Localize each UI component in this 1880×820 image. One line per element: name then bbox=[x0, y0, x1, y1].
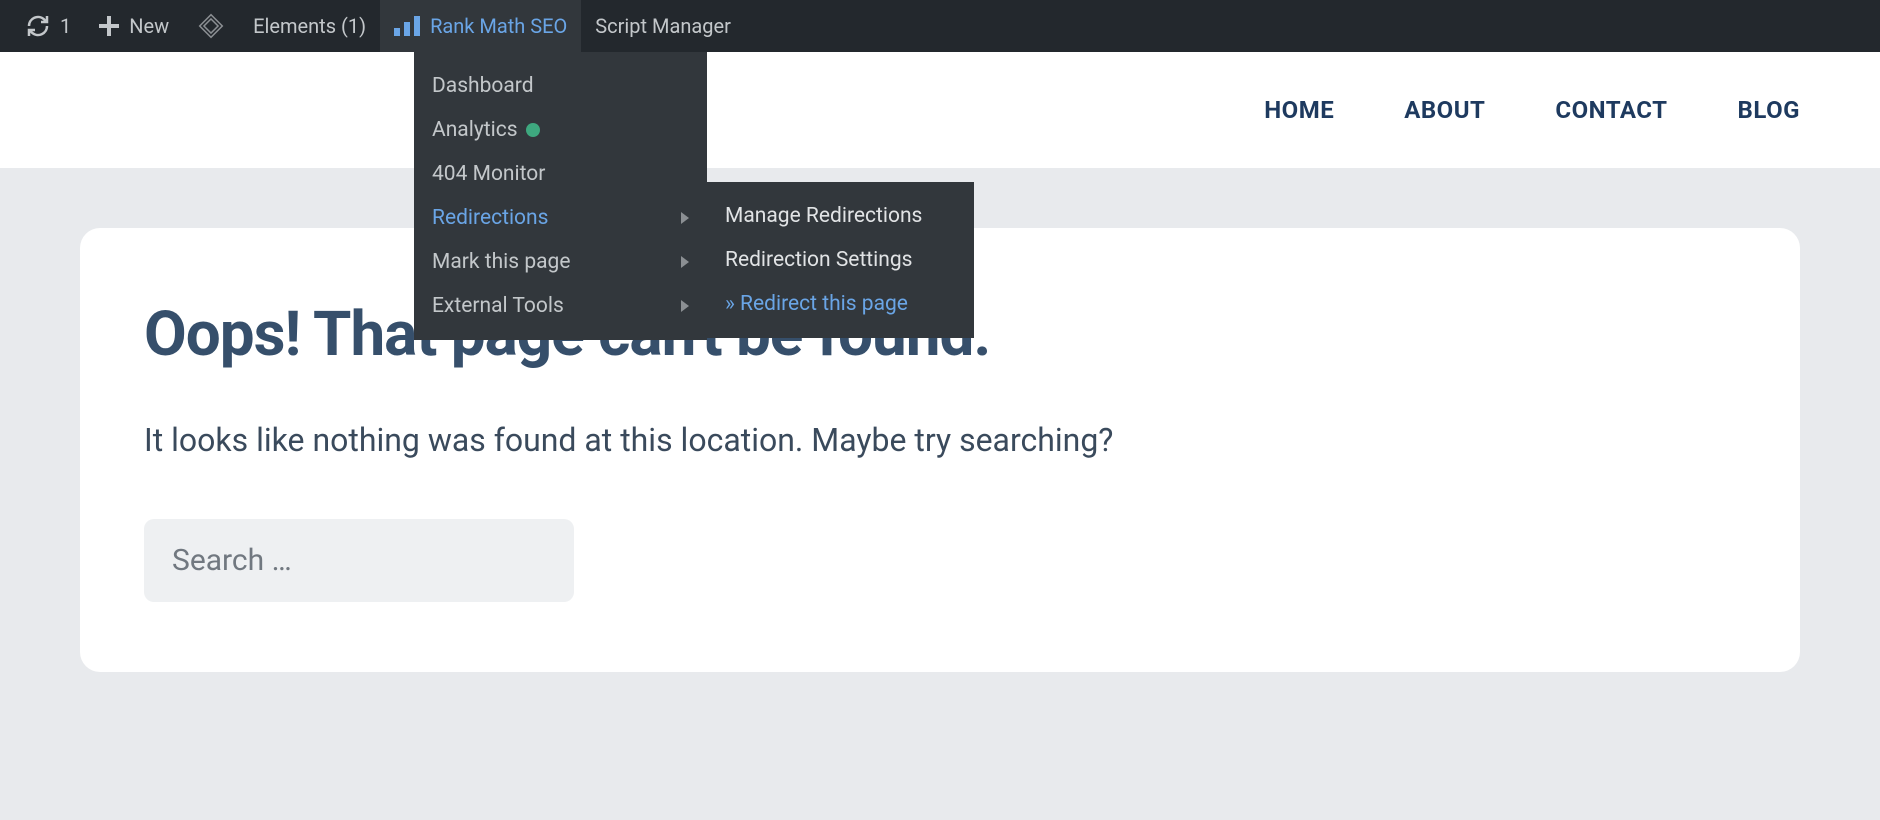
external-tools-label: External Tools bbox=[432, 294, 564, 318]
redirections-submenu: Manage Redirections Redirection Settings… bbox=[707, 182, 974, 338]
main-nav: HOME ABOUT CONTACT BLOG bbox=[1264, 96, 1800, 124]
rank-math-dropdown: Dashboard Analytics 404 Monitor Redirect… bbox=[414, 52, 707, 340]
dropdown-analytics[interactable]: Analytics bbox=[414, 108, 707, 152]
analytics-label: Analytics bbox=[432, 118, 518, 142]
dropdown-external-tools[interactable]: External Tools bbox=[414, 284, 707, 328]
dropdown-redirections[interactable]: Redirections bbox=[414, 196, 707, 240]
elements-item[interactable]: Elements (1) bbox=[239, 0, 380, 52]
script-manager-label: Script Manager bbox=[595, 14, 731, 38]
refresh-icon bbox=[26, 14, 50, 38]
rank-math-label: Rank Math SEO bbox=[430, 14, 567, 38]
refresh-item[interactable]: 1 bbox=[12, 0, 85, 52]
monitor-404-label: 404 Monitor bbox=[432, 162, 545, 186]
generatepress-item[interactable] bbox=[183, 0, 239, 52]
nav-about[interactable]: ABOUT bbox=[1404, 96, 1485, 124]
redirections-label: Redirections bbox=[432, 206, 548, 230]
redirect-this-page-label: » Redirect this page bbox=[725, 292, 908, 316]
plus-icon bbox=[99, 16, 119, 36]
status-dot-icon bbox=[526, 123, 540, 137]
submenu-manage-redirections[interactable]: Manage Redirections bbox=[707, 194, 974, 238]
chevron-right-icon bbox=[681, 300, 689, 312]
redirection-settings-label: Redirection Settings bbox=[725, 248, 913, 272]
submenu-redirection-settings[interactable]: Redirection Settings bbox=[707, 238, 974, 282]
admin-bar: 1 New Elements (1) Rank Math SEO Script … bbox=[0, 0, 1880, 52]
nav-blog[interactable]: BLOG bbox=[1738, 96, 1800, 124]
dropdown-404-monitor[interactable]: 404 Monitor bbox=[414, 152, 707, 196]
new-label: New bbox=[129, 14, 169, 38]
dashboard-label: Dashboard bbox=[432, 74, 534, 98]
nav-contact[interactable]: CONTACT bbox=[1555, 96, 1667, 124]
chevron-right-icon bbox=[681, 256, 689, 268]
search-input[interactable] bbox=[144, 519, 574, 602]
site-header: HOME ABOUT CONTACT BLOG bbox=[0, 52, 1880, 168]
diamond-icon bbox=[197, 12, 225, 40]
message-404: It looks like nothing was found at this … bbox=[144, 421, 1736, 459]
script-manager-item[interactable]: Script Manager bbox=[581, 0, 745, 52]
dropdown-dashboard[interactable]: Dashboard bbox=[414, 64, 707, 108]
rank-math-item[interactable]: Rank Math SEO bbox=[380, 0, 581, 52]
submenu-redirect-this-page[interactable]: » Redirect this page bbox=[707, 282, 974, 326]
elements-label: Elements (1) bbox=[253, 14, 366, 38]
chevron-right-icon bbox=[681, 212, 689, 224]
manage-redirections-label: Manage Redirections bbox=[725, 204, 922, 228]
bar-chart-icon bbox=[394, 16, 420, 36]
refresh-count: 1 bbox=[60, 14, 71, 38]
mark-page-label: Mark this page bbox=[432, 250, 570, 274]
dropdown-mark-page[interactable]: Mark this page bbox=[414, 240, 707, 284]
new-item[interactable]: New bbox=[85, 0, 183, 52]
nav-home[interactable]: HOME bbox=[1264, 96, 1334, 124]
